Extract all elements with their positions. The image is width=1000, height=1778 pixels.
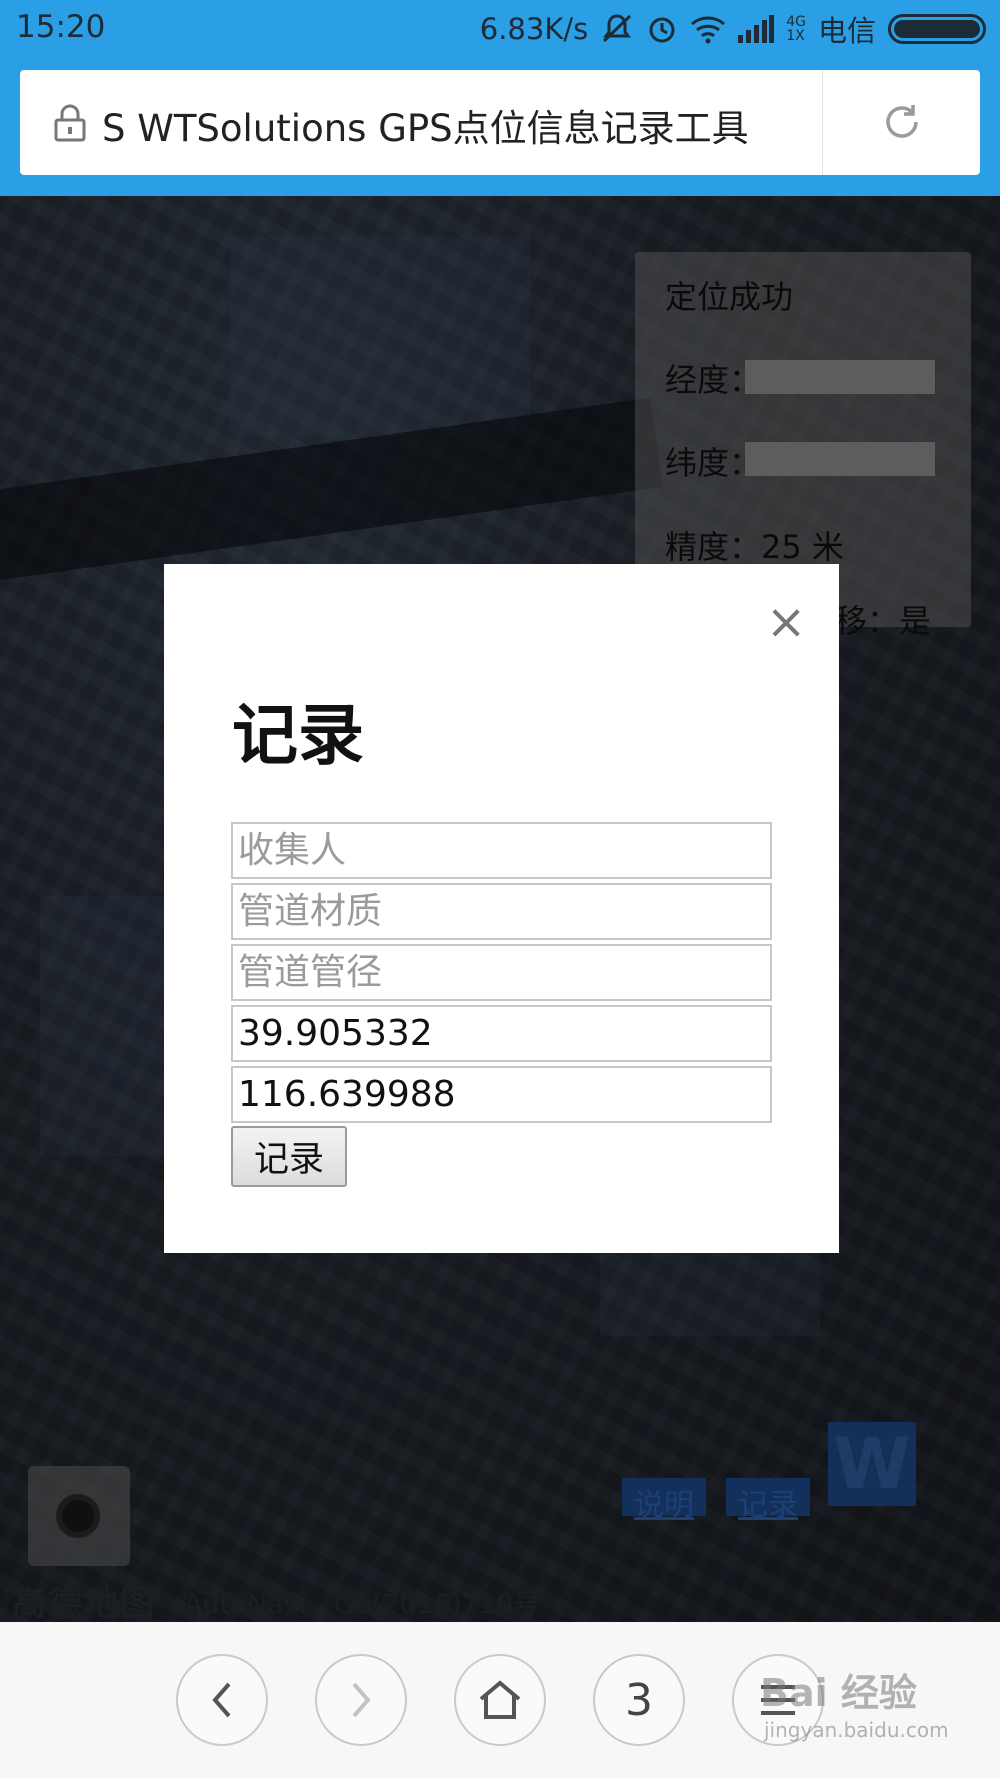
record-submit-button[interactable]: 记录 — [231, 1126, 347, 1187]
home-button[interactable] — [454, 1654, 546, 1746]
collector-input[interactable] — [231, 822, 772, 879]
close-icon[interactable]: × — [766, 598, 806, 646]
alarm-icon — [646, 13, 678, 45]
baidu-watermark-url: jingyan.baidu.com — [764, 1718, 949, 1742]
pipe-material-input[interactable] — [231, 883, 772, 940]
network-speed: 6.83K/s — [479, 12, 589, 46]
record-modal: × 记录 记录 — [164, 564, 839, 1253]
status-bar: 15:20 6.83K/s 4G 1X 电信 — [0, 0, 1000, 58]
carrier-name: 电信 — [817, 14, 876, 48]
page-title: S WTSolutions GPS点位信息记录工具 — [102, 107, 749, 150]
longitude-input[interactable] — [231, 1066, 772, 1123]
back-button[interactable] — [176, 1654, 268, 1746]
network-type: 4G 1X — [786, 14, 806, 44]
status-right-group: 6.83K/s 4G 1X 电信 — [480, 8, 986, 50]
mute-bell-icon — [600, 13, 634, 45]
browser-toolbar: S WTSolutions GPS点位信息记录工具 — [0, 58, 1000, 196]
browser-bottom-nav: 3 Bai 经验 jingyan.baidu.com — [0, 1622, 1000, 1778]
baidu-watermark: Bai 经验 — [760, 1671, 917, 1715]
home-icon — [479, 1680, 521, 1719]
battery-icon — [888, 14, 986, 44]
modal-title: 记录 — [232, 697, 364, 774]
chevron-right-icon — [352, 1682, 371, 1718]
wifi-icon — [690, 14, 726, 44]
pipe-diameter-input[interactable] — [231, 944, 772, 1001]
tab-count: 3 — [625, 1674, 653, 1726]
status-time: 15:20 — [16, 9, 106, 45]
signal-icon — [738, 15, 775, 43]
chevron-left-icon — [212, 1682, 231, 1718]
tabs-button[interactable]: 3 — [593, 1654, 685, 1746]
lock-icon — [53, 104, 87, 146]
address-divider — [822, 70, 823, 175]
latitude-input[interactable] — [231, 1005, 772, 1062]
forward-button[interactable] — [315, 1654, 407, 1746]
address-bar[interactable]: S WTSolutions GPS点位信息记录工具 — [20, 70, 980, 175]
reload-icon[interactable] — [882, 102, 922, 146]
